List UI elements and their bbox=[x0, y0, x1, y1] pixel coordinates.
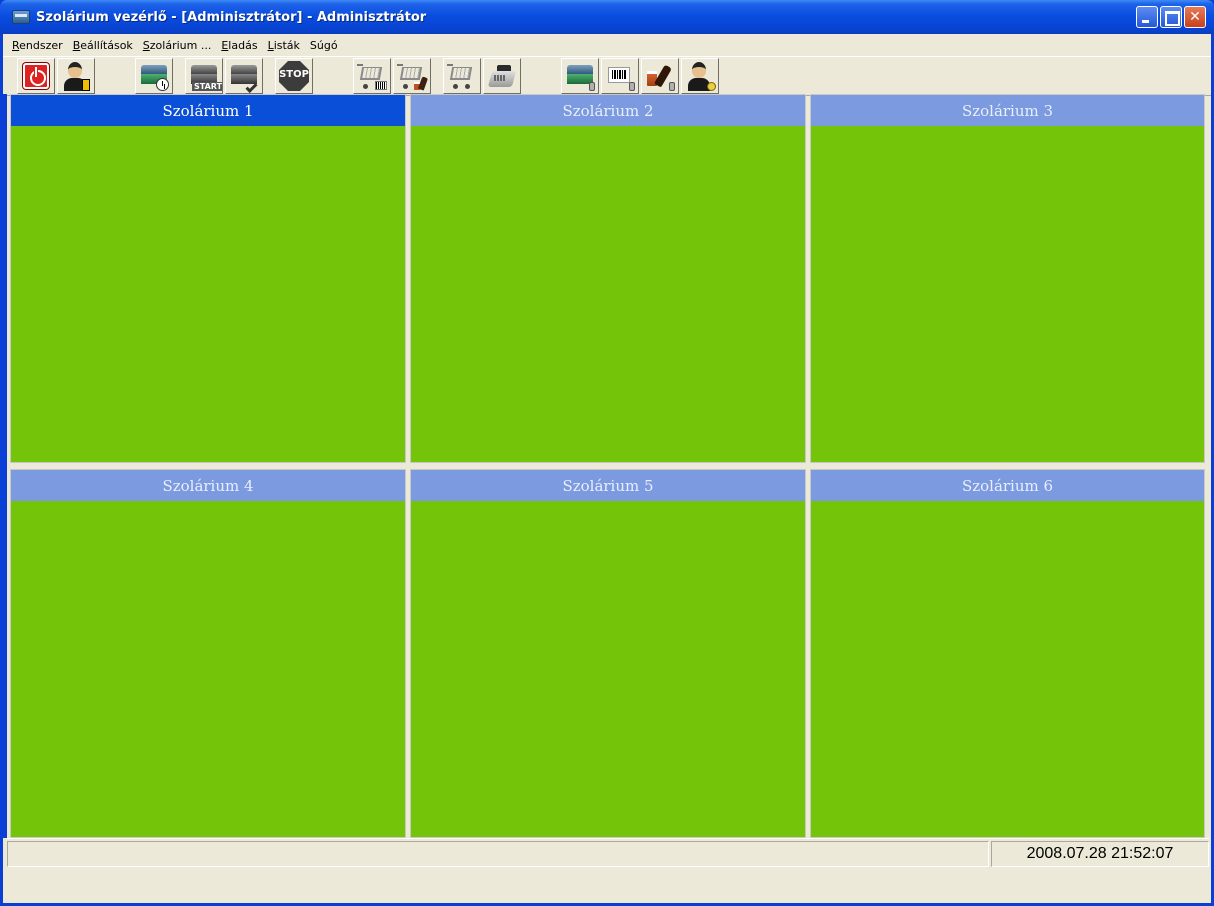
app-icon[interactable] bbox=[12, 10, 30, 24]
solarium-panel-5[interactable]: Szolárium 5 bbox=[410, 469, 806, 838]
minimize-button[interactable] bbox=[1136, 6, 1158, 28]
user-settings-icon bbox=[685, 61, 716, 91]
products-settings-icon bbox=[645, 61, 675, 91]
toolbar: START STOP bbox=[3, 56, 1211, 96]
close-icon: ✕ bbox=[1189, 9, 1201, 25]
solarium-timer-icon bbox=[139, 61, 169, 91]
menu-szolarium[interactable]: Szolárium ... bbox=[138, 39, 217, 52]
solarium-panel-body[interactable] bbox=[411, 126, 805, 462]
menu-rendszer[interactable]: Rendszer bbox=[7, 39, 68, 52]
exit-button[interactable] bbox=[17, 58, 55, 94]
menu-access-key: S bbox=[142, 38, 150, 52]
solarium-panel-3[interactable]: Szolárium 3 bbox=[810, 94, 1205, 463]
status-bar: 2008.07.28 21:52:07 bbox=[7, 838, 1209, 869]
sell-barcode-button[interactable] bbox=[353, 58, 391, 94]
solarium-panel-6[interactable]: Szolárium 6 bbox=[810, 469, 1205, 838]
solarium-check-icon bbox=[229, 61, 259, 93]
window-controls: ✕ bbox=[1136, 6, 1206, 28]
cart-icon bbox=[447, 61, 477, 91]
solarium-panel-4[interactable]: Szolárium 4 bbox=[10, 469, 406, 838]
menu-sugo[interactable]: Súgó bbox=[305, 39, 343, 52]
user-login-button[interactable] bbox=[57, 58, 95, 94]
solarium-panel-title[interactable]: Szolárium 2 bbox=[411, 95, 805, 126]
menu-beallitasok[interactable]: Beállítások bbox=[68, 39, 138, 52]
menu-label: eállítások bbox=[80, 38, 133, 52]
solarium-panel-body[interactable] bbox=[811, 126, 1204, 462]
window-title: Szolárium vezérlő - [Adminisztrátor] - A… bbox=[36, 9, 427, 25]
maximize-button[interactable] bbox=[1160, 6, 1182, 28]
solarium-panel-title[interactable]: Szolárium 6 bbox=[811, 470, 1204, 501]
solarium-panel-body[interactable] bbox=[811, 501, 1204, 837]
solarium-start-button[interactable]: START bbox=[185, 58, 223, 94]
solarium-check-button[interactable] bbox=[225, 58, 263, 94]
solarium-panel-title[interactable]: Szolárium 5 bbox=[411, 470, 805, 501]
stop-button[interactable]: STOP bbox=[275, 58, 313, 94]
cash-register-icon bbox=[487, 61, 517, 91]
solarium-panel-body[interactable] bbox=[411, 501, 805, 837]
solarium-start-icon: START bbox=[189, 61, 222, 91]
cart-products-icon bbox=[397, 61, 429, 91]
user-settings-button[interactable] bbox=[681, 58, 719, 94]
solarium-settings-button[interactable] bbox=[561, 58, 599, 94]
minimize-icon bbox=[1137, 7, 1157, 27]
menu-label: isták bbox=[273, 38, 300, 52]
power-icon bbox=[23, 63, 49, 89]
stop-label: STOP bbox=[279, 69, 309, 80]
frame-left-border bbox=[3, 94, 7, 838]
start-label: START bbox=[192, 82, 223, 91]
cart-barcode-icon bbox=[357, 61, 387, 91]
stop-icon: STOP bbox=[279, 61, 309, 91]
title-bar[interactable]: Szolárium vezérlő - [Adminisztrátor] - A… bbox=[0, 0, 1214, 34]
solarium-panel-title[interactable]: Szolárium 4 bbox=[11, 470, 405, 501]
solarium-grid: Szolárium 1 Szolárium 2 Szolárium 3 Szol… bbox=[10, 94, 1209, 838]
menu-bar: Rendszer Beállítások Szolárium ... Eladá… bbox=[3, 34, 1211, 56]
sell-products-button[interactable] bbox=[393, 58, 431, 94]
status-datetime: 2008.07.28 21:52:07 bbox=[991, 841, 1209, 867]
solarium-panel-1[interactable]: Szolárium 1 bbox=[10, 94, 406, 463]
solarium-timer-button[interactable] bbox=[135, 58, 173, 94]
menu-eladas[interactable]: Eladás bbox=[216, 39, 262, 52]
solarium-settings-icon bbox=[565, 61, 595, 91]
products-settings-button[interactable] bbox=[641, 58, 679, 94]
menu-label: Súgó bbox=[309, 38, 338, 52]
cart-button[interactable] bbox=[443, 58, 481, 94]
menu-label: endszer bbox=[19, 38, 63, 52]
barcode-settings-button[interactable] bbox=[601, 58, 639, 94]
solarium-panel-title[interactable]: Szolárium 3 bbox=[811, 95, 1204, 126]
maximize-icon bbox=[1161, 7, 1181, 27]
solarium-panel-body[interactable] bbox=[11, 501, 405, 837]
cash-register-button[interactable] bbox=[483, 58, 521, 94]
solarium-panel-body[interactable] bbox=[11, 126, 405, 462]
menu-listak[interactable]: Listák bbox=[263, 39, 305, 52]
application-window: Szolárium vezérlő - [Adminisztrátor] - A… bbox=[0, 0, 1214, 906]
close-button[interactable]: ✕ bbox=[1184, 6, 1206, 28]
solarium-panel-title[interactable]: Szolárium 1 bbox=[11, 95, 405, 126]
menu-label: ladás bbox=[228, 38, 258, 52]
status-message bbox=[7, 841, 989, 867]
user-login-icon bbox=[61, 61, 91, 91]
menu-label: zolárium ... bbox=[149, 38, 212, 52]
barcode-settings-icon bbox=[605, 61, 635, 91]
solarium-panel-2[interactable]: Szolárium 2 bbox=[410, 94, 806, 463]
